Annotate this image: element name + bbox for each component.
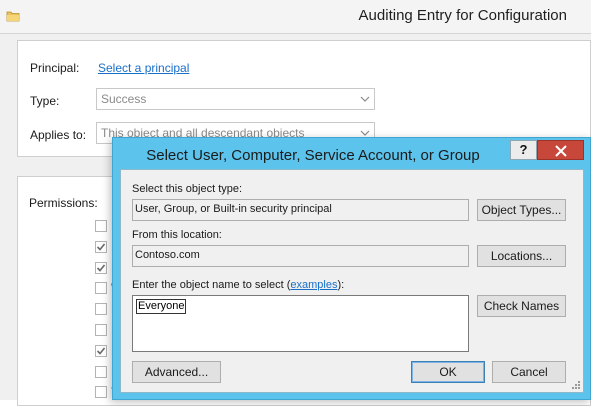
enter-name-prefix: Enter the object name to select ( [132, 279, 291, 291]
ok-button[interactable]: OK [411, 361, 485, 383]
permission-checkbox[interactable] [95, 220, 107, 232]
chevron-down-icon [360, 96, 370, 102]
locations-button[interactable]: Locations... [477, 245, 566, 267]
enter-name-suffix: ): [337, 279, 345, 291]
checkmark-icon [96, 347, 106, 355]
background-window-titlebar: Auditing Entry for Configuration [0, 0, 591, 34]
permission-checkbox[interactable] [95, 324, 107, 336]
checkmark-icon [96, 264, 106, 272]
cancel-button[interactable]: Cancel [492, 361, 566, 383]
help-button[interactable]: ? [510, 140, 537, 160]
examples-link[interactable]: examples [290, 279, 337, 291]
permission-checkbox[interactable] [95, 386, 107, 398]
type-label: Type: [30, 94, 60, 108]
close-icon [555, 145, 567, 157]
permission-checkbox[interactable] [95, 345, 107, 357]
advanced-button[interactable]: Advanced... [132, 361, 221, 383]
object-type-label: Select this object type: [132, 183, 243, 195]
dialog-body: Select this object type: User, Group, or… [120, 169, 584, 393]
close-button[interactable] [537, 140, 584, 160]
location-value: Contoso.com [135, 249, 200, 261]
permission-checkbox[interactable] [95, 303, 107, 315]
permission-checkbox[interactable] [95, 366, 107, 378]
location-field: Contoso.com [132, 245, 469, 267]
type-combobox[interactable]: Success [96, 88, 375, 110]
permission-checkbox[interactable] [95, 282, 107, 294]
check-names-button[interactable]: Check Names [477, 295, 566, 317]
object-type-field: User, Group, or Built-in security princi… [132, 199, 469, 221]
type-value: Success [101, 92, 147, 106]
location-label: From this location: [132, 229, 222, 241]
checkmark-icon [96, 243, 106, 251]
object-type-value: User, Group, or Built-in security princi… [135, 203, 332, 215]
select-principal-dialog: Select User, Computer, Service Account, … [112, 137, 591, 400]
object-name-input[interactable]: Everyone [132, 295, 469, 352]
enter-name-label: Enter the object name to select (example… [132, 279, 344, 291]
object-name-value: Everyone [136, 299, 187, 314]
dialog-title: Select User, Computer, Service Account, … [146, 147, 480, 164]
resize-grip-icon[interactable] [571, 380, 581, 390]
object-types-button[interactable]: Object Types... [477, 199, 566, 221]
window-title: Auditing Entry for Configuration [358, 7, 567, 24]
select-principal-link[interactable]: Select a principal [98, 61, 189, 75]
permission-checkbox[interactable] [95, 241, 107, 253]
folder-icon [6, 11, 20, 22]
applies-to-label: Applies to: [30, 128, 87, 142]
principal-label: Principal: [30, 61, 80, 75]
permissions-label: Permissions: [29, 196, 98, 210]
permission-checkbox[interactable] [95, 262, 107, 274]
